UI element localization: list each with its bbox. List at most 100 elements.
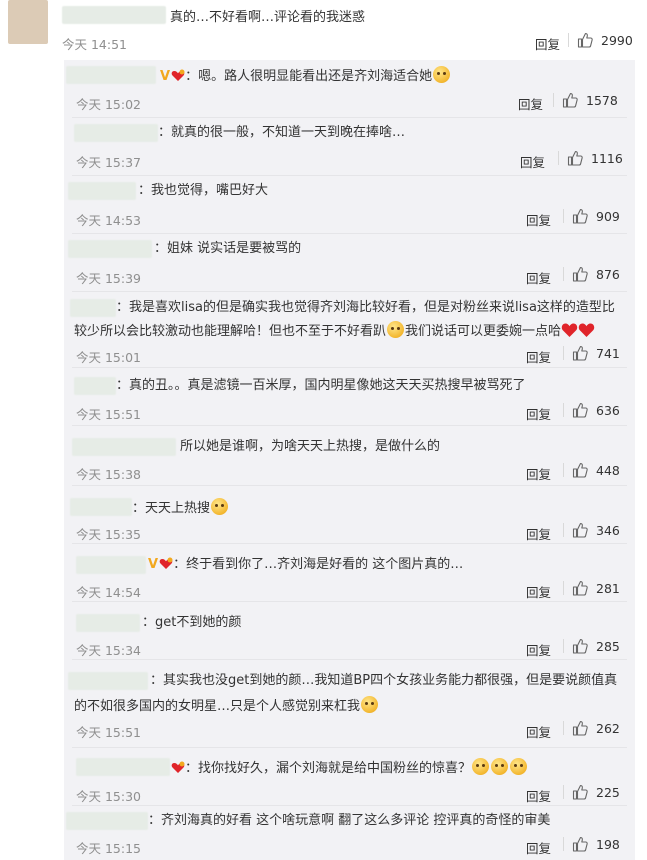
like-button[interactable]: 876: [563, 266, 620, 282]
reply-button[interactable]: 回复: [526, 268, 551, 287]
thumbs-up-icon: [572, 522, 588, 538]
like-button[interactable]: 448: [563, 462, 620, 478]
username-blurred[interactable]: [68, 672, 148, 690]
like-count: 198: [596, 836, 620, 852]
like-button[interactable]: 346: [563, 522, 620, 538]
like-count: 285: [596, 638, 620, 654]
surprised-emoji-icon: [211, 498, 229, 515]
reply-text: ：其实我也没get到她的颜…我知道BP四个女孩业务能力都很强，但是要说颜值真: [150, 673, 618, 688]
reply-text: ：真的丑。。真是滤镜一百米厚，国内明星像她这天天买热搜早被骂死了: [116, 378, 526, 393]
like-button[interactable]: 1116: [558, 150, 623, 166]
reply-time: 今天 15:38: [76, 467, 141, 482]
reply-item: ：我是喜欢lisa的但是确实我也觉得齐刘海比较好看，但是对粉丝来说lisa这样的…: [64, 292, 635, 368]
reply-time: 今天 15:35: [76, 527, 141, 542]
username-blurred[interactable]: [76, 556, 146, 574]
fan-badge-icon: [171, 69, 185, 81]
reply-time: 今天 15:37: [76, 155, 141, 170]
like-button[interactable]: 741: [563, 345, 620, 361]
reply-time: 今天 15:30: [76, 789, 141, 804]
reply-item: 所以她是谁啊，为啥天天上热搜，是做什么的 今天 15:38 回复 448: [64, 426, 635, 486]
reply-text: ：齐刘海真的好看 这个啥玩意啊 翻了这么多评论 控评真的奇怪的审美: [148, 813, 551, 828]
divider: [563, 209, 564, 223]
reply-button[interactable]: 回复: [526, 524, 551, 543]
like-count: 262: [596, 720, 620, 736]
divider: [568, 33, 569, 47]
reply-button[interactable]: 回复: [526, 640, 551, 659]
reply-item: V ：终于看到你了…齐刘海是好看的 这个图片真的… 今天 14:54 回复 281: [64, 544, 635, 602]
divider: [553, 93, 554, 107]
reply-item: ：我也觉得，嘴巴好大 今天 14:53 回复 909: [64, 176, 635, 234]
crying-emoji-icon: [491, 758, 509, 775]
username-blurred[interactable]: [74, 377, 116, 395]
reply-button[interactable]: 回复: [526, 464, 551, 483]
reply-time: 今天 15:01: [76, 350, 141, 365]
username-blurred[interactable]: [62, 6, 166, 24]
thumbs-up-icon: [567, 150, 583, 166]
thumbs-up-icon: [572, 836, 588, 852]
like-button[interactable]: 909: [563, 208, 620, 224]
like-button[interactable]: 636: [563, 402, 620, 418]
reply-list: V ：嗯。路人很明显能看出还是齐刘海适合她 今天 15:02 回复 1578 ：就…: [64, 60, 635, 860]
reply-time: 今天 15:39: [76, 271, 141, 286]
like-button[interactable]: 2990: [568, 32, 633, 48]
avatar[interactable]: [8, 0, 48, 44]
crying-emoji-icon: [510, 758, 528, 775]
username-blurred[interactable]: [76, 614, 140, 632]
like-count: 636: [596, 402, 620, 418]
heart-icon: [578, 323, 595, 337]
reply-text-line2: 的不如很多国内的女明星…只是个人感觉别来杠我: [74, 696, 379, 716]
reply-text-wrap: ：天天上热搜: [132, 498, 229, 518]
reply-button[interactable]: 回复: [526, 582, 551, 601]
reply-button[interactable]: 回复: [526, 210, 551, 229]
reply-time: 今天 15:51: [76, 407, 141, 422]
username-blurred[interactable]: [76, 758, 170, 776]
like-button[interactable]: 1578: [553, 92, 618, 108]
divider: [558, 151, 559, 165]
username-blurred[interactable]: [68, 182, 136, 200]
like-count: 281: [596, 580, 620, 596]
username-blurred[interactable]: [66, 812, 148, 830]
verified-icon: V: [148, 557, 159, 572]
like-count: 1578: [586, 92, 618, 108]
reply-button[interactable]: 回复: [520, 152, 545, 171]
reply-button[interactable]: 回复: [518, 94, 543, 113]
divider: [563, 403, 564, 417]
reply-item: ：姐妹 说实话是要被骂的 今天 15:39 回复 876: [64, 234, 635, 292]
like-button[interactable]: 285: [563, 638, 620, 654]
username-blurred[interactable]: [66, 66, 156, 84]
username-blurred[interactable]: [70, 498, 132, 516]
divider: [563, 785, 564, 799]
reply-button[interactable]: 回复: [526, 786, 551, 805]
divider: [563, 267, 564, 281]
reply-text: ：找你找好久，漏个刘海就是给中国粉丝的惊喜？: [185, 761, 472, 776]
reply-button[interactable]: 回复: [526, 404, 551, 423]
username-blurred[interactable]: [74, 124, 158, 142]
reply-time: 今天 15:15: [76, 841, 141, 856]
reply-button[interactable]: 回复: [535, 34, 560, 53]
reply-button[interactable]: 回复: [526, 838, 551, 857]
username-blurred[interactable]: [68, 240, 152, 258]
like-button[interactable]: 198: [563, 836, 620, 852]
divider: [563, 346, 564, 360]
like-button[interactable]: 281: [563, 580, 620, 596]
main-comment: 真的…不好看啊…评论看的我迷惑 今天 14:51 回复 2990: [0, 0, 647, 60]
divider: [563, 581, 564, 595]
reply-text-wrap: V ：嗯。路人很明显能看出还是齐刘海适合她: [158, 66, 451, 86]
like-count: 448: [596, 462, 620, 478]
username-blurred[interactable]: [70, 299, 116, 317]
username-blurred[interactable]: [72, 438, 176, 456]
like-button[interactable]: 262: [563, 720, 620, 736]
like-button[interactable]: 225: [563, 784, 620, 800]
thumbs-up-icon: [572, 266, 588, 282]
reply-text-line2: 较少所以会比较激动也能理解哈！但也不至于不好看趴 我们说话可以更委婉一点哈: [74, 321, 595, 341]
reply-text-wrap: V ：终于看到你了…齐刘海是好看的 这个图片真的…: [146, 556, 463, 574]
reply-text: 的不如很多国内的女明星…只是个人感觉别来杠我: [74, 699, 361, 714]
reply-item: ：其实我也没get到她的颜…我知道BP四个女孩业务能力都很强，但是要说颜值真 的…: [64, 660, 635, 748]
reply-button[interactable]: 回复: [526, 722, 551, 741]
reply-item: V ：嗯。路人很明显能看出还是齐刘海适合她 今天 15:02 回复 1578: [64, 60, 635, 118]
verified-icon: V: [160, 69, 171, 84]
reply-button[interactable]: 回复: [526, 347, 551, 366]
thumbs-up-icon: [572, 402, 588, 418]
like-count: 741: [596, 345, 620, 361]
reply-text: ：我是喜欢lisa的但是确实我也觉得齐刘海比较好看，但是对粉丝来说lisa这样的…: [116, 300, 615, 315]
